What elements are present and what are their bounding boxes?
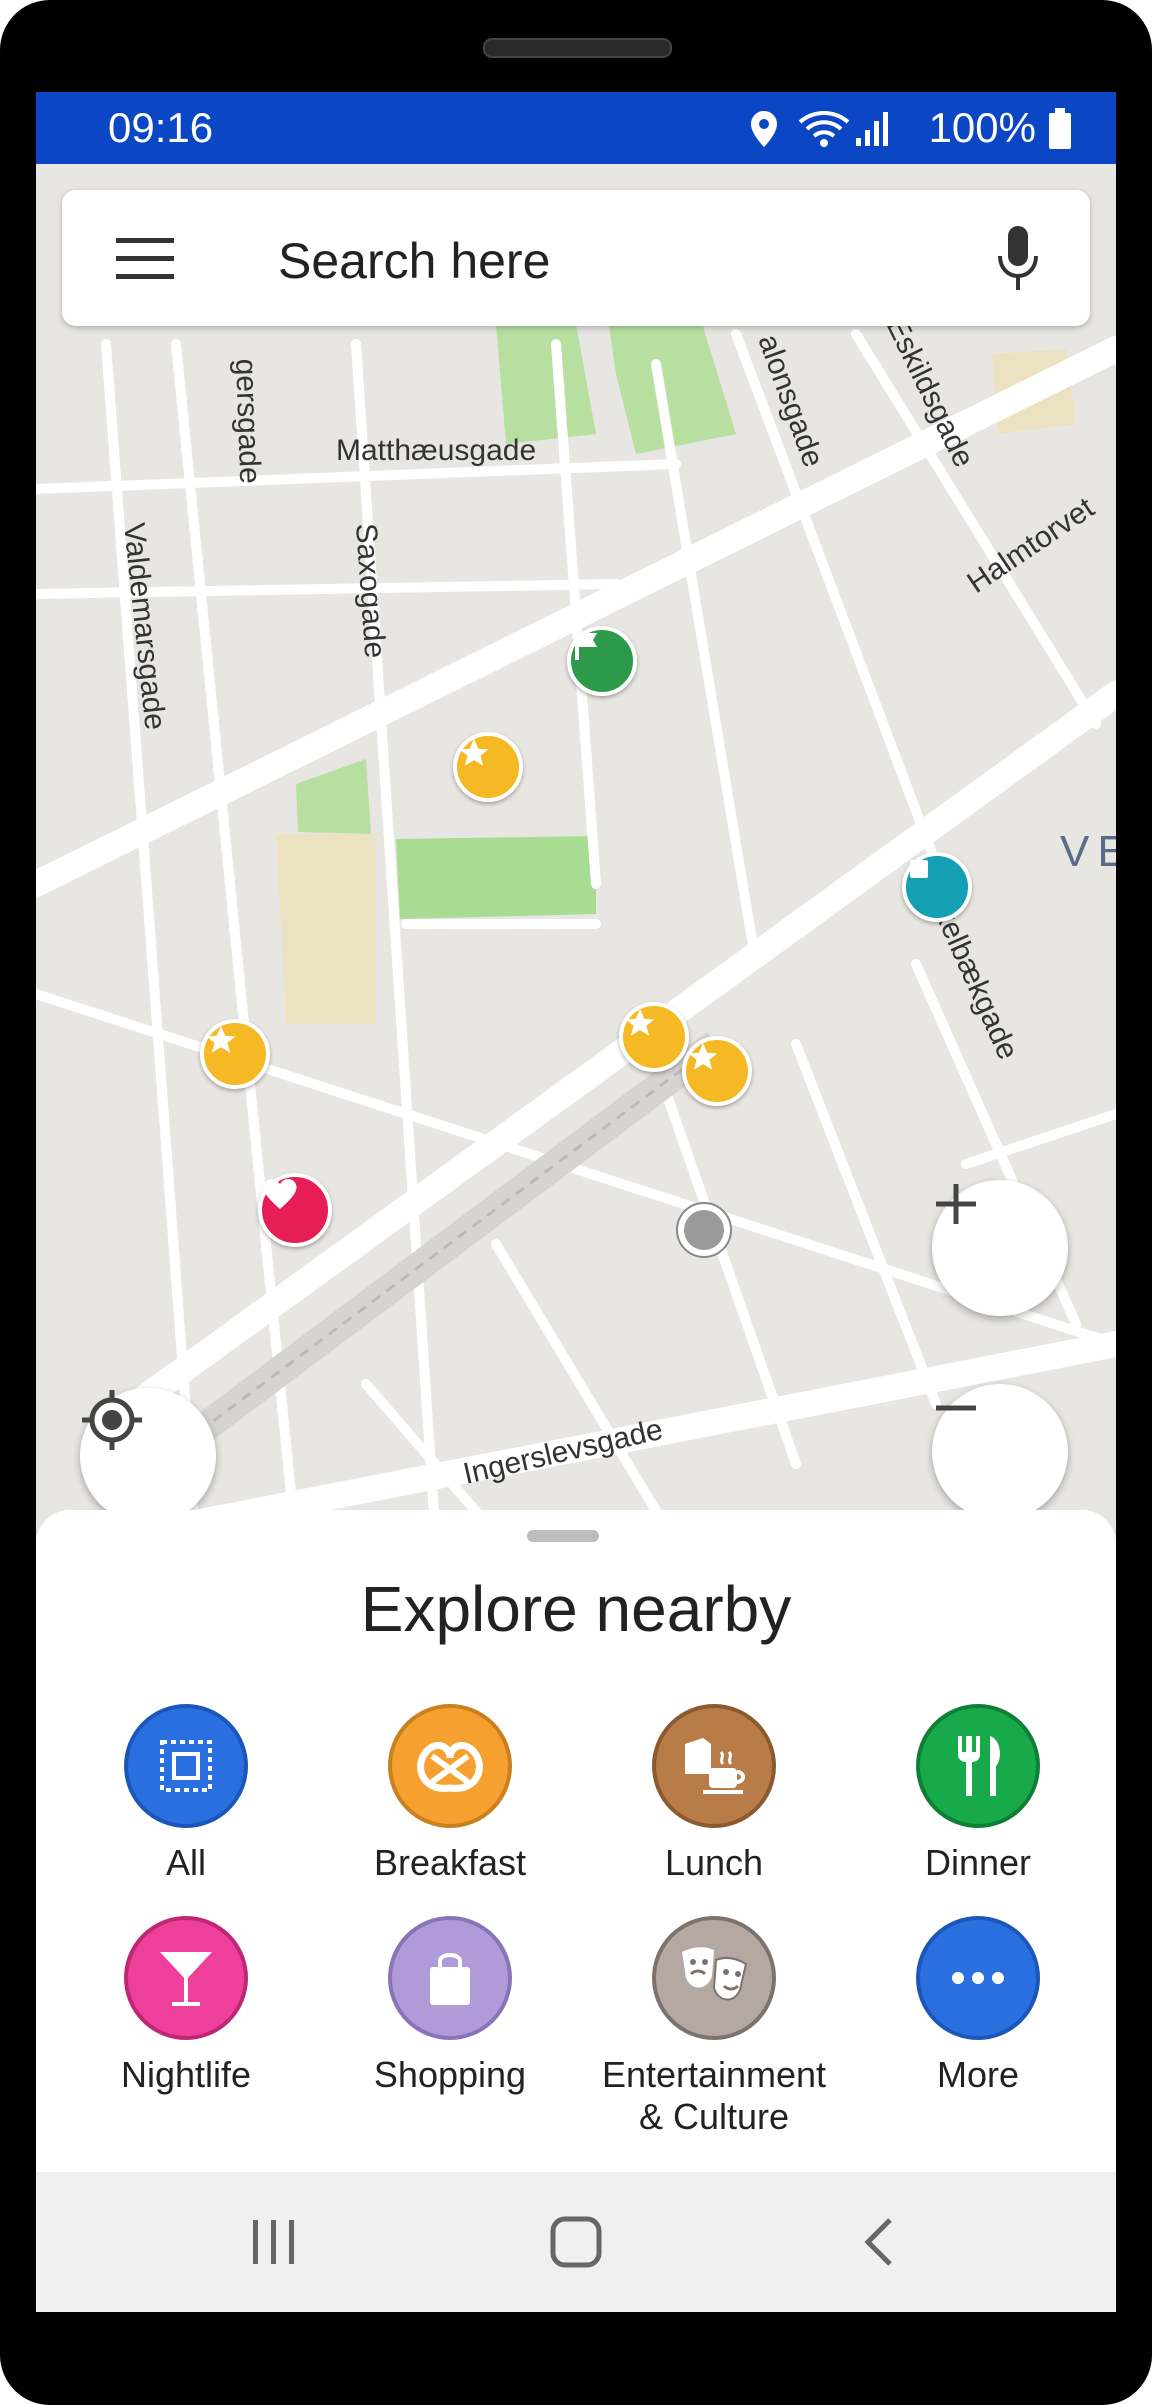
star-marker[interactable] — [453, 732, 523, 802]
pretzel-icon — [388, 1704, 512, 1828]
minus-icon — [936, 1405, 976, 1411]
star-marker[interactable] — [619, 1002, 689, 1072]
cutlery-icon — [916, 1704, 1040, 1828]
category-label: Dinner — [924, 1842, 1032, 1883]
category-label: More — [936, 2054, 1020, 2095]
phone-frame: Matthæusgade Saxogade Valdemarsgade Eski… — [0, 0, 1152, 2405]
shopping-bag-icon — [388, 1916, 512, 2040]
category-label: Nightlife — [120, 2054, 252, 2095]
theater-masks-icon — [652, 1916, 776, 2040]
battery-percentage: 100% — [928, 104, 1036, 151]
category-label: Breakfast — [373, 1842, 527, 1883]
category-label: Lunch — [664, 1842, 764, 1883]
battery-icon — [1049, 108, 1071, 149]
wifi-icon — [798, 111, 850, 147]
heart-marker[interactable] — [258, 1173, 332, 1247]
home-button[interactable] — [536, 2210, 616, 2274]
recent-apps-icon — [253, 2220, 294, 2264]
status-bar: 09:16 100% — [36, 92, 1116, 164]
plus-icon — [936, 1184, 976, 1224]
category-breakfast[interactable]: Breakfast — [320, 1704, 580, 1884]
district-label: VE — [1060, 827, 1116, 876]
category-all[interactable]: All — [56, 1704, 316, 1884]
microphone-icon[interactable] — [996, 226, 1040, 292]
star-marker[interactable] — [200, 1019, 270, 1089]
phone-speaker — [483, 38, 672, 58]
category-shopping[interactable]: Shopping — [320, 1916, 580, 2096]
sheet-drag-handle[interactable] — [527, 1530, 599, 1542]
home-icon — [550, 2216, 602, 2268]
navigation-bar — [36, 2172, 1116, 2312]
lunch-icon — [652, 1704, 776, 1828]
category-entertainment-culture[interactable]: Entertainment & Culture — [584, 1916, 844, 2138]
more-dots-icon — [916, 1916, 1040, 2040]
category-label: All — [165, 1842, 206, 1883]
search-bar[interactable]: Search here — [62, 190, 1090, 326]
flag-marker[interactable] — [567, 626, 637, 696]
my-location-button[interactable] — [80, 1388, 216, 1524]
current-location-dot — [676, 1202, 732, 1258]
back-chevron-icon — [864, 2218, 892, 2266]
signal-icon — [856, 112, 888, 146]
cocktail-icon — [124, 1916, 248, 2040]
explore-sheet: Explore nearby All Breakfast Lunch Dinne… — [36, 1510, 1116, 2172]
hamburger-menu-icon[interactable] — [116, 238, 174, 280]
screen: Matthæusgade Saxogade Valdemarsgade Eski… — [36, 92, 1116, 2312]
category-lunch[interactable]: Lunch — [584, 1704, 844, 1884]
street-label-matthaeusgade: Matthæusgade — [336, 434, 536, 467]
zoom-in-button[interactable] — [932, 1180, 1068, 1316]
transit-marker[interactable] — [902, 852, 972, 922]
category-more[interactable]: More — [848, 1916, 1108, 2096]
street-label-gersgade: gersgade — [229, 358, 266, 484]
location-pin-icon — [751, 111, 777, 147]
star-marker[interactable] — [682, 1036, 752, 1106]
map-view[interactable]: Matthæusgade Saxogade Valdemarsgade Eski… — [36, 164, 1116, 1604]
recent-apps-button[interactable] — [234, 2210, 314, 2274]
category-dinner[interactable]: Dinner — [848, 1704, 1108, 1884]
status-time: 09:16 — [108, 104, 214, 151]
search-input[interactable]: Search here — [278, 232, 550, 290]
grid-icon — [124, 1704, 248, 1828]
category-label: Shopping — [373, 2054, 527, 2095]
crosshair-icon — [82, 1390, 142, 1450]
zoom-out-button[interactable] — [932, 1384, 1068, 1520]
category-nightlife[interactable]: Nightlife — [56, 1916, 316, 2096]
back-button[interactable] — [838, 2210, 918, 2274]
category-label: Entertainment & Culture — [601, 2054, 827, 2137]
explore-title: Explore nearby — [360, 1573, 792, 1645]
